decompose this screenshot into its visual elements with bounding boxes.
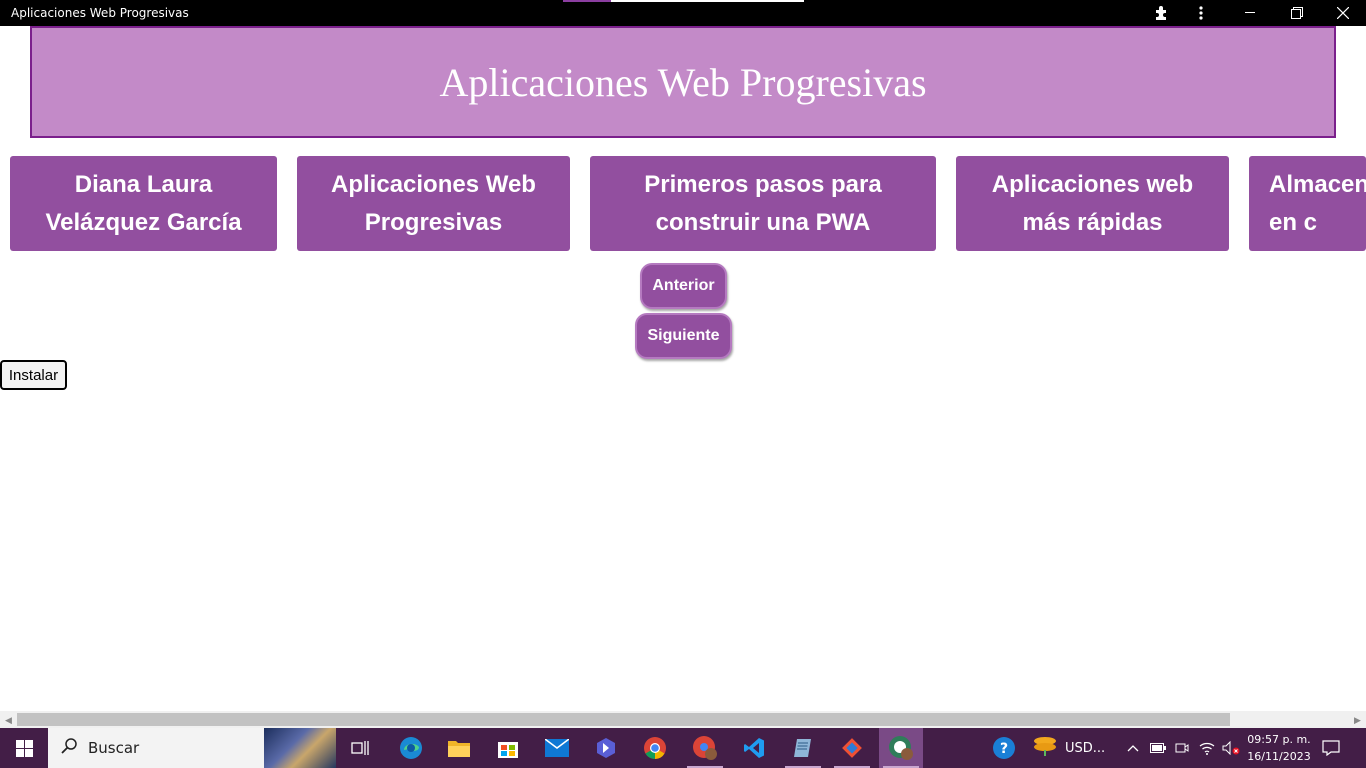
next-button[interactable]: Siguiente [635, 313, 732, 359]
horizontal-scrollbar[interactable]: ◀ ▶ [0, 711, 1366, 728]
page-title: Aplicaciones Web Progresivas [439, 59, 927, 105]
more-menu-icon[interactable] [1181, 0, 1221, 26]
minimize-icon[interactable] [1230, 0, 1270, 26]
currency-icon [1033, 735, 1057, 761]
close-icon[interactable] [1323, 0, 1363, 26]
currency-widget[interactable]: USD... [1033, 728, 1105, 768]
notepad-icon[interactable] [781, 728, 825, 768]
clock-time: 09:57 p. m. [1247, 733, 1311, 746]
extensions-icon[interactable] [1141, 0, 1181, 26]
install-button[interactable]: Instalar [0, 360, 67, 390]
windows-start-icon[interactable] [0, 728, 48, 768]
svg-text:?: ? [1000, 741, 1008, 757]
titlebar-accent [563, 0, 611, 2]
help-icon[interactable]: ? [982, 728, 1026, 768]
taskbar-clock[interactable]: 09:57 p. m. 16/11/2023 [1244, 731, 1314, 765]
previous-button[interactable]: Anterior [640, 263, 727, 309]
scroll-left-icon[interactable]: ◀ [5, 715, 12, 726]
card-author[interactable]: Diana Laura Velázquez García [10, 156, 277, 251]
pwa-app-icon[interactable] [879, 728, 923, 768]
volume-muted-icon[interactable] [1222, 728, 1242, 768]
vscode-icon[interactable] [732, 728, 776, 768]
search-icon [60, 737, 78, 760]
currency-text: USD... [1065, 740, 1106, 756]
card-first-steps[interactable]: Primeros pasos para construir una PWA [590, 156, 936, 251]
page-header: Aplicaciones Web Progresivas [30, 26, 1336, 138]
card-storage[interactable]: Almacen en c [1249, 156, 1366, 251]
restore-icon[interactable] [1277, 0, 1317, 26]
chrome-icon[interactable] [633, 728, 677, 768]
taskbar-search[interactable]: Buscar [48, 728, 336, 768]
mail-icon[interactable] [535, 728, 579, 768]
chevron-up-icon[interactable] [1127, 728, 1141, 768]
meet-icon[interactable] [1175, 728, 1193, 768]
taskbar: Buscar ? USD... 09:57 p. m. 16/11/2023 [0, 728, 1366, 768]
search-placeholder: Buscar [88, 739, 140, 757]
git-icon[interactable] [830, 728, 874, 768]
scroll-right-icon[interactable]: ▶ [1354, 715, 1361, 726]
file-explorer-icon[interactable] [437, 728, 481, 768]
clock-date: 16/11/2023 [1247, 750, 1311, 763]
battery-icon[interactable] [1150, 728, 1168, 768]
notifications-icon[interactable] [1322, 728, 1344, 768]
window-titlebar: Aplicaciones Web Progresivas [0, 0, 1366, 26]
card-pwa[interactable]: Aplicaciones Web Progresivas [297, 156, 570, 251]
window-title: Aplicaciones Web Progresivas [11, 6, 189, 20]
wifi-icon[interactable] [1199, 728, 1217, 768]
card-storage-label: Almacen en c [1269, 170, 1366, 236]
scrollbar-thumb[interactable] [17, 713, 1230, 726]
store-icon[interactable] [486, 728, 530, 768]
power-automate-icon[interactable] [584, 728, 628, 768]
task-view-icon[interactable] [338, 728, 382, 768]
chrome-profile-icon[interactable] [683, 728, 727, 768]
card-faster-apps[interactable]: Aplicaciones web más rápidas [956, 156, 1229, 251]
titlebar-accent-light [611, 0, 804, 2]
search-highlight-image [264, 728, 336, 768]
edge-icon[interactable] [389, 728, 433, 768]
